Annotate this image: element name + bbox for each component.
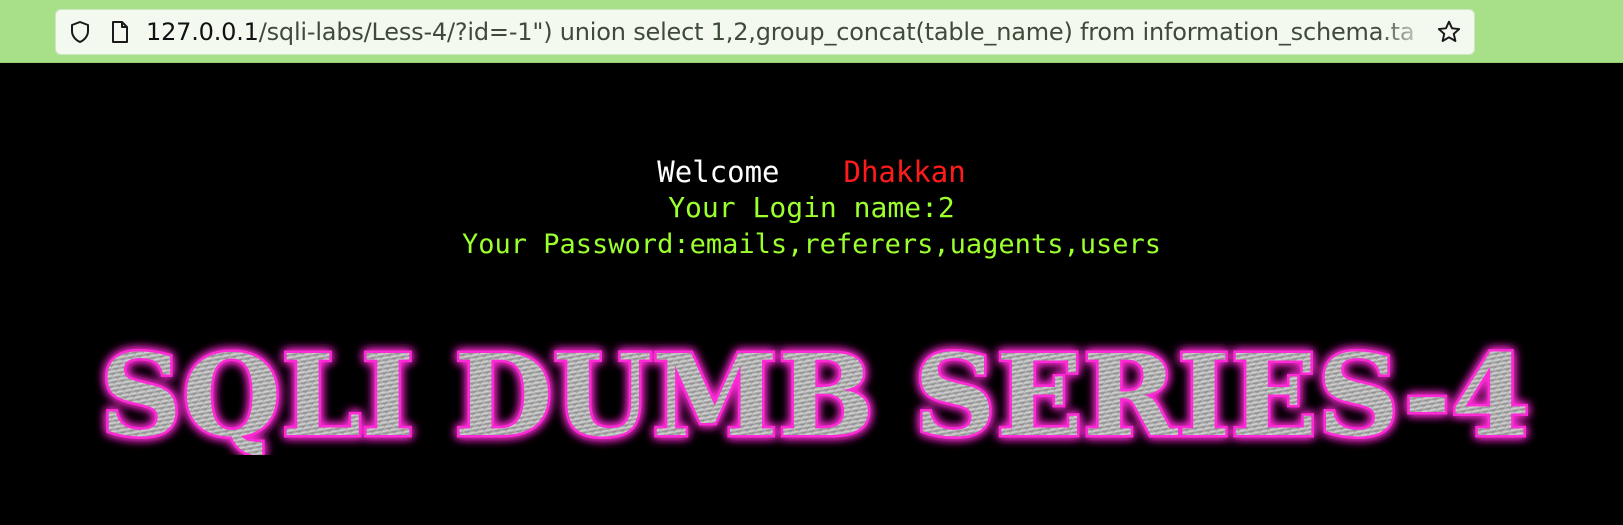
- welcome-line: Welcome Dhakkan: [0, 155, 1623, 189]
- star-icon[interactable]: [1434, 19, 1464, 45]
- url-path: /sqli-labs/Less-4/?id=-1") union select …: [258, 18, 1415, 46]
- page-icon[interactable]: [108, 20, 132, 44]
- address-bar[interactable]: 127.0.0.1/sqli-labs/Less-4/?id=-1") unio…: [55, 9, 1475, 55]
- banner-title: SQLI DUMB SERIES-4: [100, 335, 1530, 455]
- login-name-line: Your Login name:2: [668, 191, 955, 224]
- password-line: Your Password:emails,referers,uagents,us…: [462, 229, 1161, 260]
- welcome-name: Dhakkan: [843, 155, 966, 189]
- url-text[interactable]: 127.0.0.1/sqli-labs/Less-4/?id=-1") unio…: [146, 18, 1430, 46]
- welcome-label: Welcome: [657, 155, 780, 189]
- shield-icon[interactable]: [66, 20, 94, 44]
- page-content: Welcome Dhakkan Your Login name:2 Your Pa…: [0, 63, 1623, 525]
- sqli-dumb-series-banner: SQLI DUMB SERIES-4: [98, 335, 1533, 455]
- browser-toolbar: 127.0.0.1/sqli-labs/Less-4/?id=-1") unio…: [0, 0, 1623, 63]
- url-host: 127.0.0.1: [146, 18, 259, 46]
